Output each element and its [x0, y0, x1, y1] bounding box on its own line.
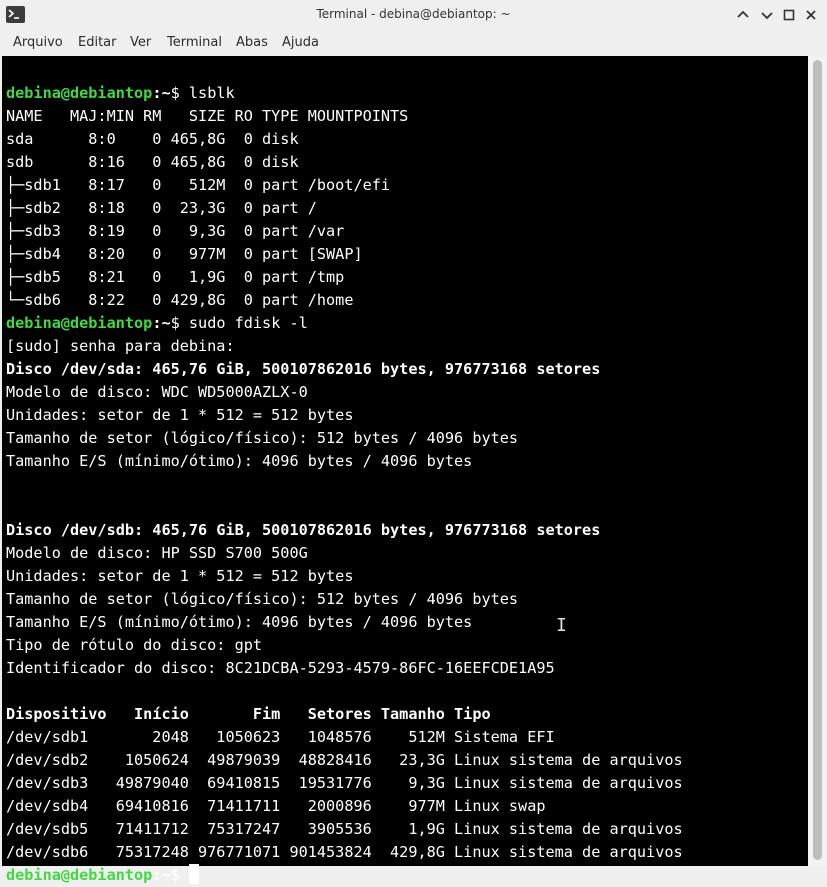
prompt-path: :~ — [152, 314, 171, 332]
menu-arquivo[interactable]: Arquivo — [13, 35, 63, 50]
close-button[interactable] — [803, 7, 819, 23]
prompt-symbol: $ — [170, 84, 180, 102]
terminal-line: Dispositivo Início Fim Setores Tamanho T… — [6, 705, 491, 723]
terminal-line: /dev/sdb3 49879040 69410815 19531776 9,3… — [6, 774, 683, 792]
prompt-symbol: $ — [170, 866, 180, 884]
prompt-user-host: debina@debiantop — [6, 866, 153, 884]
terminal-line: sda 8:0 0 465,8G 0 disk — [6, 130, 299, 148]
minimize-icon — [761, 12, 773, 20]
terminal-line: Tamanho E/S (mínimo/ótimo): 4096 bytes /… — [6, 452, 473, 470]
menu-ver[interactable]: Ver — [130, 35, 151, 50]
terminal-line: Tamanho de setor (lógico/físico): 512 by… — [6, 429, 519, 447]
scrollbar-thumb[interactable] — [813, 60, 822, 860]
terminal-line: Unidades: setor de 1 * 512 = 512 bytes — [6, 567, 354, 585]
title-bar[interactable]: Terminal - debina@debiantop: ~ — [0, 0, 827, 31]
terminal-output[interactable]: debina@debiantop:~$ lsblk NAME MAJ:MIN RM… — [2, 56, 808, 884]
terminal-line: debina@debiantop:~$ — [6, 864, 683, 887]
prompt-symbol: $ — [170, 314, 180, 332]
menu-editar[interactable]: Editar — [78, 35, 117, 50]
collapse-button[interactable] — [735, 7, 751, 23]
terminal-window: Terminal - debina@debiantop: ~ Arquivo E… — [0, 0, 827, 884]
terminal-line: /dev/sdb1 2048 1050623 1048576 512M Sist… — [6, 728, 555, 746]
close-icon — [806, 10, 816, 20]
terminal-line: debina@debiantop:~$ sudo fdisk -l — [6, 312, 683, 335]
terminal-line: ├─sdb1 8:17 0 512M 0 part /boot/efi — [6, 176, 391, 194]
terminal-lines: debina@debiantop:~$ lsblk NAME MAJ:MIN RM… — [6, 82, 683, 887]
terminal-line: NAME MAJ:MIN RM SIZE RO TYPE MOUNTPOINTS — [6, 107, 409, 125]
window-title: Terminal - debina@debiantop: ~ — [316, 7, 511, 21]
terminal-line: Tamanho E/S (mínimo/ótimo): 4096 bytes /… — [6, 613, 473, 631]
terminal-cursor — [188, 864, 199, 884]
terminal-line: [sudo] senha para debina: — [6, 337, 235, 355]
terminal-line: ├─sdb2 8:18 0 23,3G 0 part / — [6, 199, 317, 217]
terminal-line: Modelo de disco: HP SSD S700 500G — [6, 544, 308, 562]
terminal-line: /dev/sdb6 75317248 976771071 901453824 4… — [6, 843, 683, 861]
prompt-path: :~ — [152, 84, 171, 102]
terminal-line: ├─sdb4 8:20 0 977M 0 part [SWAP] — [6, 245, 363, 263]
terminal-line: └─sdb6 8:22 0 429,8G 0 part /home — [6, 291, 354, 309]
terminal-line: Tamanho de setor (lógico/físico): 512 by… — [6, 590, 519, 608]
minimize-button[interactable] — [759, 7, 775, 23]
vertical-scrollbar[interactable] — [808, 56, 827, 866]
menu-abas[interactable]: Abas — [236, 35, 268, 50]
terminal-line: debina@debiantop:~$ lsblk — [6, 82, 683, 105]
prompt-user-host: debina@debiantop — [6, 84, 153, 102]
terminal-line: Tipo de rótulo do disco: gpt — [6, 636, 263, 654]
prompt-path: :~ — [152, 866, 171, 884]
terminal-line: /dev/sdb2 1050624 49879039 48828416 23,3… — [6, 751, 683, 769]
menu-bar: Arquivo Editar Ver Terminal Abas Ajuda — [0, 31, 827, 56]
maximize-button[interactable] — [781, 7, 797, 23]
terminal-line: /dev/sdb5 71411712 75317247 3905536 1,9G… — [6, 820, 683, 838]
command-text: lsblk — [179, 84, 235, 102]
menu-terminal[interactable]: Terminal — [167, 35, 222, 50]
text-cursor-icon: I — [556, 615, 567, 636]
terminal-line: sdb 8:16 0 465,8G 0 disk — [6, 153, 299, 171]
terminal-line: ├─sdb5 8:21 0 1,9G 0 part /tmp — [6, 268, 345, 286]
menu-ajuda[interactable]: Ajuda — [282, 35, 319, 50]
terminal-line: /dev/sdb4 69410816 71411711 2000896 977M… — [6, 797, 546, 815]
command-text — [180, 866, 189, 884]
chevron-up-icon — [737, 10, 749, 18]
terminal-line: Disco /dev/sda: 465,76 GiB, 500107862016… — [6, 360, 601, 378]
prompt-user-host: debina@debiantop — [6, 314, 153, 332]
terminal-line: Disco /dev/sdb: 465,76 GiB, 500107862016… — [6, 521, 601, 539]
terminal-line: Unidades: setor de 1 * 512 = 512 bytes — [6, 406, 354, 424]
terminal-line: ├─sdb3 8:19 0 9,3G 0 part /var — [6, 222, 345, 240]
maximize-icon — [783, 9, 795, 21]
terminal-line: Modelo de disco: WDC WD5000AZLX-0 — [6, 383, 308, 401]
terminal-line: Identificador do disco: 8C21DCBA-5293-45… — [6, 659, 555, 677]
command-text: sudo fdisk -l — [179, 314, 308, 332]
